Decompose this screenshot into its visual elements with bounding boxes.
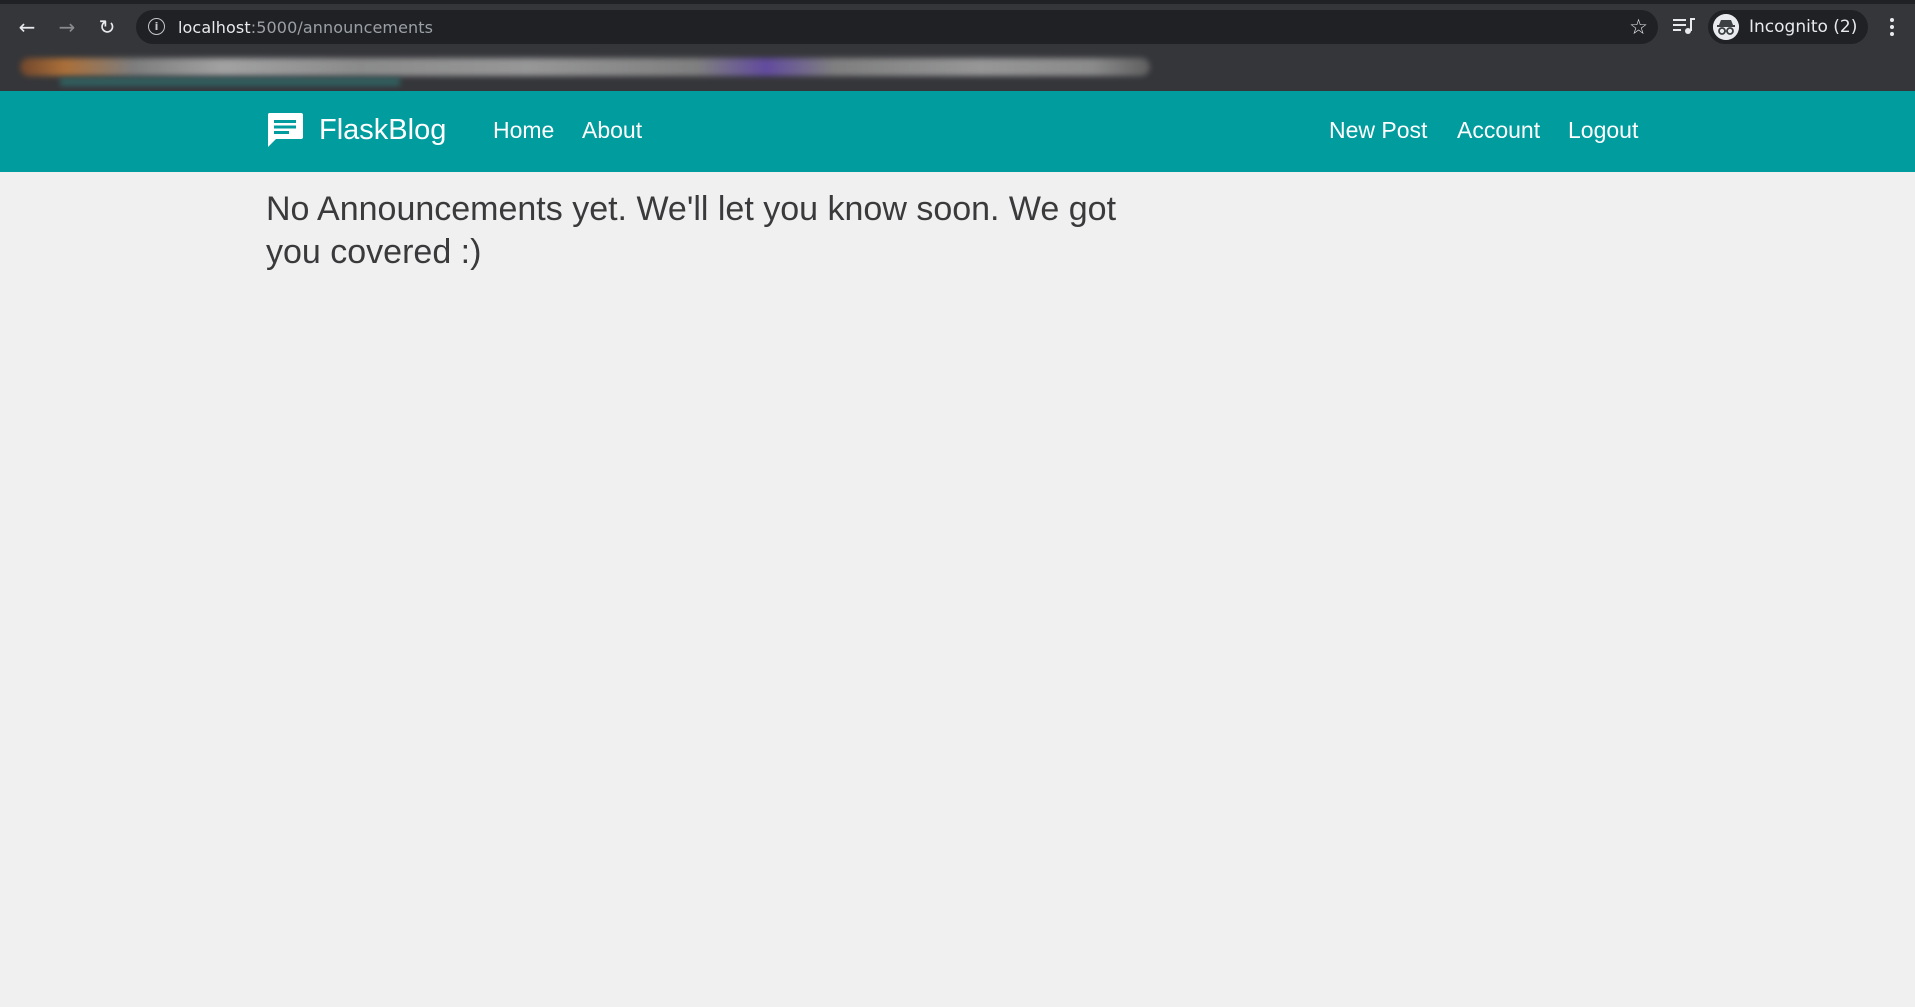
brand-link[interactable]: FlaskBlog	[265, 111, 446, 149]
nav-about[interactable]: About	[582, 117, 642, 144]
empty-announcements-message: No Announcements yet. We'll let you know…	[266, 190, 1117, 271]
site-navbar: FlaskBlog Home About New Post Account Lo…	[0, 91, 1915, 172]
tab-strip-edge	[0, 0, 1915, 4]
nav-home[interactable]: Home	[493, 117, 554, 144]
url-host: localhost	[178, 18, 251, 37]
profile-button[interactable]: Incognito (2)	[1708, 10, 1868, 44]
bookmarks-bar	[20, 58, 1150, 76]
back-icon[interactable]: ←	[12, 12, 42, 42]
media-queue-icon[interactable]	[1672, 15, 1696, 37]
reload-icon[interactable]: ↻	[92, 12, 122, 42]
info-icon[interactable]: i	[148, 18, 165, 35]
menu-icon[interactable]	[1880, 15, 1904, 39]
address-bar[interactable]: i localhost:5000/announcements ☆	[136, 10, 1658, 44]
incognito-icon	[1713, 14, 1739, 40]
url-text[interactable]: localhost:5000/announcements	[178, 18, 433, 37]
profile-label: Incognito (2)	[1749, 17, 1858, 37]
forward-icon[interactable]: →	[52, 12, 82, 42]
url-path: :5000/announcements	[250, 18, 434, 37]
brand-name: FlaskBlog	[319, 113, 447, 146]
star-icon[interactable]: ☆	[1629, 15, 1648, 39]
browser-toolbar: ← → ↻ i localhost:5000/announcements ☆ I…	[0, 0, 1915, 91]
nav-account[interactable]: Account	[1457, 117, 1540, 144]
bookmarks-bar-shadow	[60, 78, 400, 86]
chat-icon	[267, 113, 303, 147]
nav-new-post[interactable]: New Post	[1329, 117, 1427, 144]
nav-logout[interactable]: Logout	[1568, 117, 1638, 144]
